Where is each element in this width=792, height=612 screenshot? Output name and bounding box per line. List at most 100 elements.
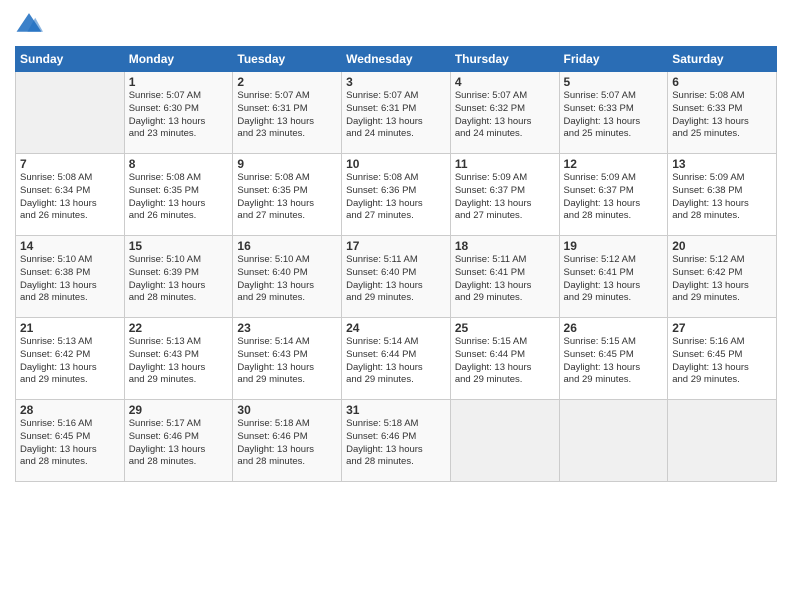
calendar-cell: 17Sunrise: 5:11 AMSunset: 6:40 PMDayligh… — [342, 236, 451, 318]
day-info: Sunrise: 5:14 AMSunset: 6:43 PMDaylight:… — [237, 336, 337, 387]
day-header-monday: Monday — [124, 47, 233, 72]
calendar-cell: 4Sunrise: 5:07 AMSunset: 6:32 PMDaylight… — [450, 72, 559, 154]
day-number: 7 — [20, 157, 120, 171]
day-number: 4 — [455, 75, 555, 89]
day-info: Sunrise: 5:12 AMSunset: 6:41 PMDaylight:… — [564, 254, 664, 305]
day-info: Sunrise: 5:08 AMSunset: 6:35 PMDaylight:… — [237, 172, 337, 223]
day-info: Sunrise: 5:11 AMSunset: 6:41 PMDaylight:… — [455, 254, 555, 305]
day-info: Sunrise: 5:17 AMSunset: 6:46 PMDaylight:… — [129, 418, 229, 469]
day-number: 11 — [455, 157, 555, 171]
day-header-wednesday: Wednesday — [342, 47, 451, 72]
day-info: Sunrise: 5:07 AMSunset: 6:31 PMDaylight:… — [237, 90, 337, 141]
week-row-2: 7Sunrise: 5:08 AMSunset: 6:34 PMDaylight… — [16, 154, 777, 236]
page: SundayMondayTuesdayWednesdayThursdayFrid… — [0, 0, 792, 612]
calendar: SundayMondayTuesdayWednesdayThursdayFrid… — [15, 46, 777, 482]
calendar-cell: 19Sunrise: 5:12 AMSunset: 6:41 PMDayligh… — [559, 236, 668, 318]
day-info: Sunrise: 5:16 AMSunset: 6:45 PMDaylight:… — [20, 418, 120, 469]
week-row-5: 28Sunrise: 5:16 AMSunset: 6:45 PMDayligh… — [16, 400, 777, 482]
calendar-cell — [450, 400, 559, 482]
day-info: Sunrise: 5:08 AMSunset: 6:33 PMDaylight:… — [672, 90, 772, 141]
calendar-cell: 5Sunrise: 5:07 AMSunset: 6:33 PMDaylight… — [559, 72, 668, 154]
day-number: 30 — [237, 403, 337, 417]
day-number: 1 — [129, 75, 229, 89]
day-number: 24 — [346, 321, 446, 335]
day-number: 9 — [237, 157, 337, 171]
header — [15, 10, 777, 38]
calendar-cell: 29Sunrise: 5:17 AMSunset: 6:46 PMDayligh… — [124, 400, 233, 482]
calendar-cell: 30Sunrise: 5:18 AMSunset: 6:46 PMDayligh… — [233, 400, 342, 482]
day-number: 18 — [455, 239, 555, 253]
day-number: 20 — [672, 239, 772, 253]
day-info: Sunrise: 5:18 AMSunset: 6:46 PMDaylight:… — [237, 418, 337, 469]
day-header-thursday: Thursday — [450, 47, 559, 72]
day-header-saturday: Saturday — [668, 47, 777, 72]
day-header-tuesday: Tuesday — [233, 47, 342, 72]
calendar-cell: 31Sunrise: 5:18 AMSunset: 6:46 PMDayligh… — [342, 400, 451, 482]
day-info: Sunrise: 5:07 AMSunset: 6:33 PMDaylight:… — [564, 90, 664, 141]
day-info: Sunrise: 5:08 AMSunset: 6:35 PMDaylight:… — [129, 172, 229, 223]
day-info: Sunrise: 5:09 AMSunset: 6:38 PMDaylight:… — [672, 172, 772, 223]
day-header-sunday: Sunday — [16, 47, 125, 72]
calendar-cell: 7Sunrise: 5:08 AMSunset: 6:34 PMDaylight… — [16, 154, 125, 236]
day-info: Sunrise: 5:08 AMSunset: 6:34 PMDaylight:… — [20, 172, 120, 223]
calendar-cell: 10Sunrise: 5:08 AMSunset: 6:36 PMDayligh… — [342, 154, 451, 236]
day-info: Sunrise: 5:07 AMSunset: 6:31 PMDaylight:… — [346, 90, 446, 141]
logo-icon — [15, 10, 43, 38]
day-info: Sunrise: 5:14 AMSunset: 6:44 PMDaylight:… — [346, 336, 446, 387]
calendar-cell: 3Sunrise: 5:07 AMSunset: 6:31 PMDaylight… — [342, 72, 451, 154]
day-info: Sunrise: 5:16 AMSunset: 6:45 PMDaylight:… — [672, 336, 772, 387]
day-number: 3 — [346, 75, 446, 89]
day-info: Sunrise: 5:07 AMSunset: 6:32 PMDaylight:… — [455, 90, 555, 141]
day-number: 12 — [564, 157, 664, 171]
calendar-cell: 9Sunrise: 5:08 AMSunset: 6:35 PMDaylight… — [233, 154, 342, 236]
calendar-cell — [559, 400, 668, 482]
week-row-4: 21Sunrise: 5:13 AMSunset: 6:42 PMDayligh… — [16, 318, 777, 400]
calendar-cell: 11Sunrise: 5:09 AMSunset: 6:37 PMDayligh… — [450, 154, 559, 236]
day-number: 15 — [129, 239, 229, 253]
day-info: Sunrise: 5:15 AMSunset: 6:45 PMDaylight:… — [564, 336, 664, 387]
day-info: Sunrise: 5:13 AMSunset: 6:42 PMDaylight:… — [20, 336, 120, 387]
day-number: 10 — [346, 157, 446, 171]
day-number: 16 — [237, 239, 337, 253]
day-number: 6 — [672, 75, 772, 89]
calendar-cell: 16Sunrise: 5:10 AMSunset: 6:40 PMDayligh… — [233, 236, 342, 318]
day-number: 17 — [346, 239, 446, 253]
calendar-cell: 6Sunrise: 5:08 AMSunset: 6:33 PMDaylight… — [668, 72, 777, 154]
day-number: 2 — [237, 75, 337, 89]
calendar-cell: 13Sunrise: 5:09 AMSunset: 6:38 PMDayligh… — [668, 154, 777, 236]
day-info: Sunrise: 5:09 AMSunset: 6:37 PMDaylight:… — [564, 172, 664, 223]
calendar-cell: 26Sunrise: 5:15 AMSunset: 6:45 PMDayligh… — [559, 318, 668, 400]
calendar-cell: 25Sunrise: 5:15 AMSunset: 6:44 PMDayligh… — [450, 318, 559, 400]
day-header-friday: Friday — [559, 47, 668, 72]
day-number: 25 — [455, 321, 555, 335]
day-number: 19 — [564, 239, 664, 253]
day-info: Sunrise: 5:15 AMSunset: 6:44 PMDaylight:… — [455, 336, 555, 387]
day-info: Sunrise: 5:12 AMSunset: 6:42 PMDaylight:… — [672, 254, 772, 305]
day-info: Sunrise: 5:11 AMSunset: 6:40 PMDaylight:… — [346, 254, 446, 305]
day-number: 13 — [672, 157, 772, 171]
day-number: 26 — [564, 321, 664, 335]
day-info: Sunrise: 5:08 AMSunset: 6:36 PMDaylight:… — [346, 172, 446, 223]
calendar-cell: 14Sunrise: 5:10 AMSunset: 6:38 PMDayligh… — [16, 236, 125, 318]
day-info: Sunrise: 5:10 AMSunset: 6:40 PMDaylight:… — [237, 254, 337, 305]
calendar-cell: 22Sunrise: 5:13 AMSunset: 6:43 PMDayligh… — [124, 318, 233, 400]
day-number: 8 — [129, 157, 229, 171]
calendar-cell: 21Sunrise: 5:13 AMSunset: 6:42 PMDayligh… — [16, 318, 125, 400]
day-info: Sunrise: 5:07 AMSunset: 6:30 PMDaylight:… — [129, 90, 229, 141]
day-number: 27 — [672, 321, 772, 335]
calendar-cell: 12Sunrise: 5:09 AMSunset: 6:37 PMDayligh… — [559, 154, 668, 236]
calendar-cell: 20Sunrise: 5:12 AMSunset: 6:42 PMDayligh… — [668, 236, 777, 318]
day-info: Sunrise: 5:10 AMSunset: 6:38 PMDaylight:… — [20, 254, 120, 305]
calendar-cell: 27Sunrise: 5:16 AMSunset: 6:45 PMDayligh… — [668, 318, 777, 400]
calendar-cell: 2Sunrise: 5:07 AMSunset: 6:31 PMDaylight… — [233, 72, 342, 154]
day-info: Sunrise: 5:13 AMSunset: 6:43 PMDaylight:… — [129, 336, 229, 387]
header-row: SundayMondayTuesdayWednesdayThursdayFrid… — [16, 47, 777, 72]
day-number: 14 — [20, 239, 120, 253]
day-info: Sunrise: 5:18 AMSunset: 6:46 PMDaylight:… — [346, 418, 446, 469]
calendar-cell: 18Sunrise: 5:11 AMSunset: 6:41 PMDayligh… — [450, 236, 559, 318]
day-number: 22 — [129, 321, 229, 335]
calendar-cell — [668, 400, 777, 482]
calendar-cell: 28Sunrise: 5:16 AMSunset: 6:45 PMDayligh… — [16, 400, 125, 482]
logo — [15, 10, 47, 38]
day-info: Sunrise: 5:09 AMSunset: 6:37 PMDaylight:… — [455, 172, 555, 223]
